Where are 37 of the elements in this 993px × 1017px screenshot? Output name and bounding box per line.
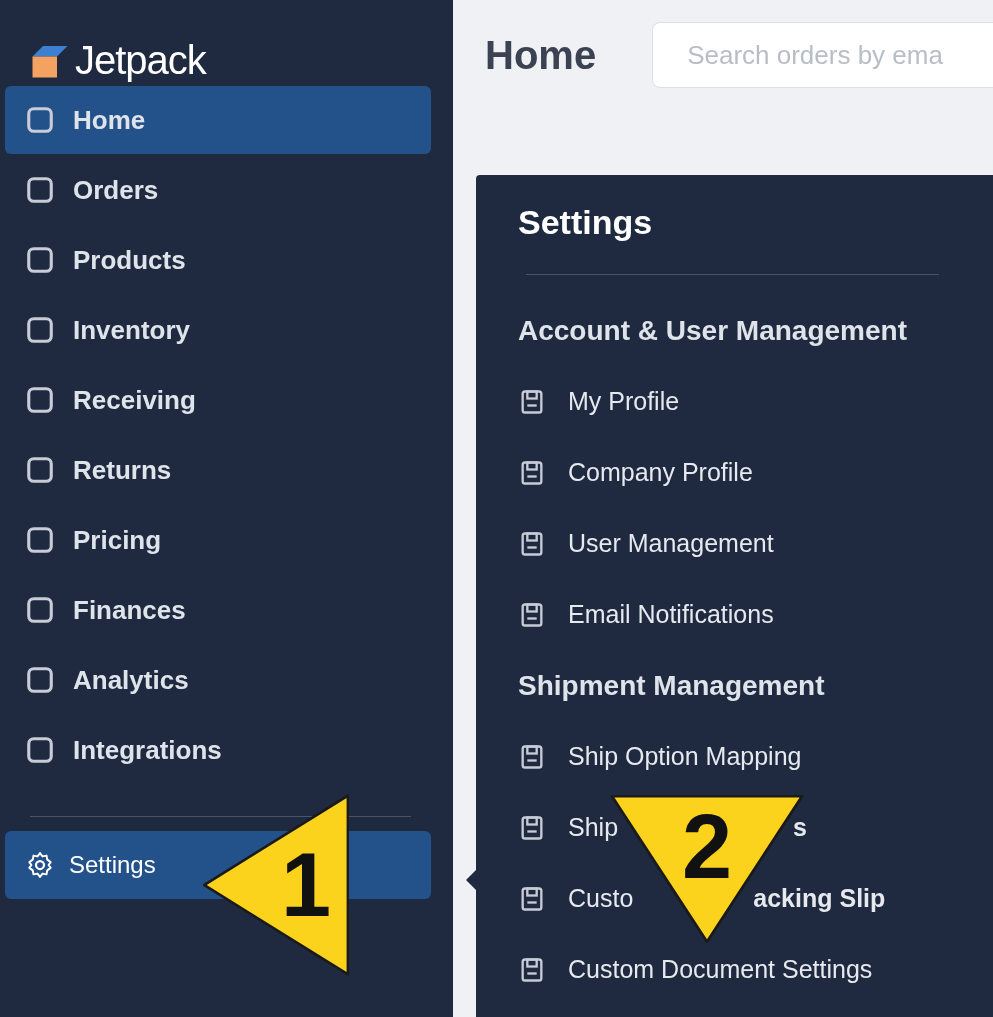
- nav-icon: [25, 525, 55, 555]
- menu-section-heading: Shipment Management: [518, 668, 826, 703]
- callout-number: 2: [681, 802, 733, 892]
- menu-item[interactable]: Custo: [568, 884, 634, 913]
- nav-icon: [25, 385, 55, 415]
- search-field[interactable]: Search orders by ema: [652, 22, 993, 88]
- nav-item[interactable]: Returns: [5, 436, 431, 504]
- page-title: Home: [485, 32, 597, 78]
- nav-icon: [25, 315, 55, 345]
- menu-section-heading: Account & User Management: [518, 313, 908, 348]
- nav-item[interactable]: Receiving: [5, 366, 431, 434]
- nav-icon: [25, 245, 55, 275]
- nav-item[interactable]: Inventory: [5, 296, 431, 364]
- nav-item[interactable]: Home: [5, 86, 431, 154]
- nav-icon: [25, 105, 55, 135]
- menu-item[interactable]: Custom Document Settings: [568, 955, 873, 984]
- nav-icon: [25, 175, 55, 205]
- nav-item[interactable]: Finances: [5, 576, 431, 644]
- nav-icon: [25, 595, 55, 625]
- menu-item[interactable]: My Profile: [568, 387, 680, 416]
- logo-text: Jetpack: [75, 37, 206, 83]
- menu-item[interactable]: User Management: [568, 529, 774, 558]
- menu-title: Settings: [518, 203, 654, 242]
- menu-item-text: s: [793, 813, 807, 842]
- menu-item[interactable]: Company Profile: [568, 458, 753, 487]
- nav-item[interactable]: Integrations: [5, 716, 431, 784]
- nav-item[interactable]: Orders: [5, 156, 431, 224]
- nav-item[interactable]: Products: [5, 226, 431, 294]
- menu-item-text: acking Slip: [753, 884, 886, 913]
- nav-item[interactable]: Pricing: [5, 506, 431, 574]
- menu-item[interactable]: Ship: [568, 813, 619, 842]
- nav-icon: [25, 665, 55, 695]
- nav-item[interactable]: Analytics: [5, 646, 431, 714]
- nav-icon: [25, 455, 55, 485]
- nav-icon: [25, 735, 55, 765]
- menu-item[interactable]: Ship Option Mapping: [568, 742, 802, 771]
- menu-item[interactable]: Email Notifications: [568, 600, 774, 629]
